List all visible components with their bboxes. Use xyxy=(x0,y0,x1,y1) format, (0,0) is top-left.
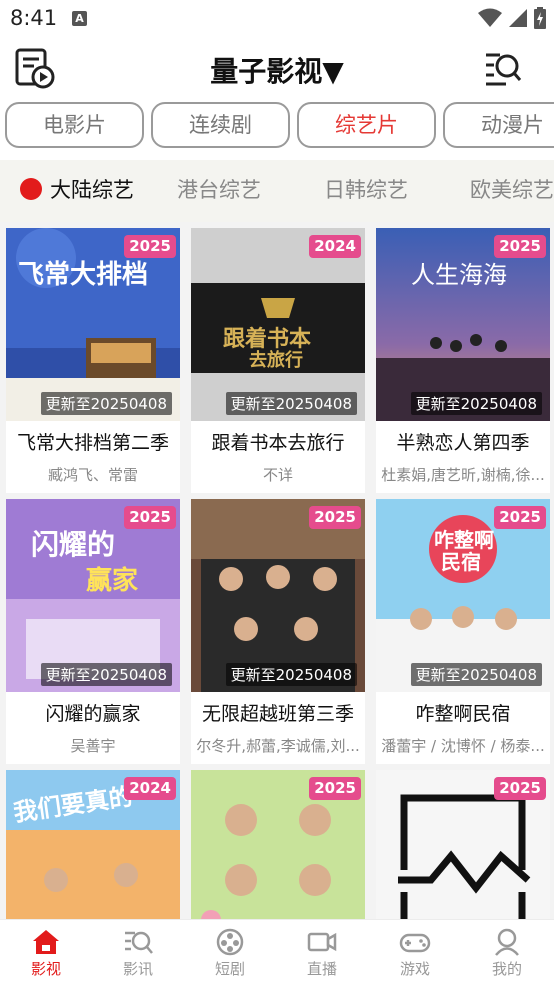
subtab-mainland[interactable]: 大陆综艺 xyxy=(20,174,134,204)
tab-series[interactable]: 连续剧 xyxy=(151,102,290,148)
search-list-icon[interactable] xyxy=(484,49,522,87)
status-bar: 8:41 A xyxy=(0,0,554,38)
year-badge: 2025 xyxy=(309,777,361,800)
video-card[interactable]: 2025 xyxy=(191,770,365,919)
update-badge: 更新至20250408 xyxy=(225,663,357,686)
nav-label: 影视 xyxy=(30,960,61,978)
subtab-jp-kr[interactable]: 日韩综艺 xyxy=(324,174,408,204)
update-badge: 更新至20250408 xyxy=(40,663,172,686)
update-badge: 更新至20250408 xyxy=(410,392,542,415)
content-grid: 飞常大排档 2025 更新至20250408 飞常大排档第二季 臧鸿飞、常雷 跟… xyxy=(0,222,554,919)
notification-icon: A xyxy=(72,11,87,26)
card-title: 半熟恋人第四季 xyxy=(396,432,530,454)
video-card[interactable]: 咋整啊 民宿 2025 更新至20250408 咋整啊民宿 潘蕾宇 / 沈博怀 … xyxy=(376,499,550,764)
card-title: 无限超越班第三季 xyxy=(201,703,354,725)
svg-text:人生海海: 人生海海 xyxy=(411,261,507,289)
region-tabs: 大陆综艺 港台综艺 日韩综艺 欧美综艺 xyxy=(0,160,554,222)
year-badge: 2025 xyxy=(494,235,546,258)
nav-label: 影讯 xyxy=(122,960,153,978)
card-title: 闪耀的赢家 xyxy=(45,703,141,725)
nav-item-home[interactable]: 影视 xyxy=(6,928,86,979)
video-card[interactable]: 2025 xyxy=(376,770,550,919)
subtab-label: 大陆综艺 xyxy=(50,178,134,202)
nav-item-news[interactable]: 影讯 xyxy=(98,928,178,979)
poster-image: 我们要真的 2024 xyxy=(6,770,180,919)
system-icons xyxy=(478,7,546,29)
card-title: 咋整啊民宿 xyxy=(415,703,511,725)
video-card[interactable]: 飞常大排档 2025 更新至20250408 飞常大排档第二季 臧鸿飞、常雷 xyxy=(6,228,180,493)
app-header: 量子影视▼ xyxy=(0,38,554,98)
category-tabs: 电影片 连续剧 综艺片 动漫片 xyxy=(0,98,554,160)
year-badge: 2025 xyxy=(309,506,361,529)
user-icon xyxy=(495,928,519,956)
nav-label: 短剧 xyxy=(214,960,245,978)
svg-text:赢家: 赢家 xyxy=(86,565,138,596)
subtab-hk-tw[interactable]: 港台综艺 xyxy=(177,174,261,204)
bottom-nav: 影视 影讯 短剧 直播 游戏 我的 xyxy=(0,919,554,985)
nav-item-profile[interactable]: 我的 xyxy=(467,928,547,979)
poster-image: 人生海海 2025 更新至20250408 xyxy=(376,228,550,421)
svg-text:闪耀的: 闪耀的 xyxy=(31,528,115,561)
svg-text:跟着书本: 跟着书本 xyxy=(223,326,311,352)
card-title: 飞常大排档第二季 xyxy=(16,432,169,454)
page-title[interactable]: 量子影视▼ xyxy=(0,50,554,90)
wifi-icon xyxy=(478,8,502,27)
status-time: 8:41 xyxy=(10,6,58,30)
update-badge: 更新至20250408 xyxy=(225,392,357,415)
poster-image: 2025 更新至20250408 xyxy=(191,499,365,692)
year-badge: 2025 xyxy=(494,506,546,529)
card-cast: 尔冬升,郝蕾,李诚儒,刘... xyxy=(196,737,360,755)
poster-image: 飞常大排档 2025 更新至20250408 xyxy=(6,228,180,421)
film-reel-icon xyxy=(216,928,244,956)
card-cast: 潘蕾宇 / 沈博怀 / 杨泰... xyxy=(381,737,545,755)
tab-variety[interactable]: 综艺片 xyxy=(297,102,436,148)
update-badge: 更新至20250408 xyxy=(40,392,172,415)
home-icon xyxy=(33,930,59,954)
poster-image: 2025 xyxy=(376,770,550,919)
year-badge: 2024 xyxy=(124,777,176,800)
video-card[interactable]: 闪耀的 赢家 2025 更新至20250408 闪耀的赢家 吴善宇 xyxy=(6,499,180,764)
year-badge: 2025 xyxy=(494,777,546,800)
nav-item-live[interactable]: 直播 xyxy=(282,928,362,979)
card-cast: 杜素娟,唐艺昕,谢楠,徐... xyxy=(381,466,545,484)
tab-movies[interactable]: 电影片 xyxy=(5,102,144,148)
svg-text:咋整啊: 咋整啊 xyxy=(434,528,494,552)
gamepad-icon xyxy=(399,933,431,953)
year-badge: 2024 xyxy=(309,235,361,258)
video-card[interactable]: 2025 更新至20250408 无限超越班第三季 尔冬升,郝蕾,李诚儒,刘..… xyxy=(191,499,365,764)
subtab-west[interactable]: 欧美综艺 xyxy=(470,174,554,204)
video-card[interactable]: 我们要真的 2024 xyxy=(6,770,180,919)
year-badge: 2025 xyxy=(124,506,176,529)
poster-image: 闪耀的 赢家 2025 更新至20250408 xyxy=(6,499,180,692)
nav-label: 游戏 xyxy=(399,960,430,978)
video-card[interactable]: 跟着书本 去旅行 2024 更新至20250408 跟着书本去旅行 不详 xyxy=(191,228,365,493)
nav-item-games[interactable]: 游戏 xyxy=(375,928,455,979)
card-cast: 吴善宇 xyxy=(70,737,116,755)
video-card[interactable]: 人生海海 2025 更新至20250408 半熟恋人第四季 杜素娟,唐艺昕,谢楠… xyxy=(376,228,550,493)
poster-image: 咋整啊 民宿 2025 更新至20250408 xyxy=(376,499,550,692)
nav-item-short-drama[interactable]: 短剧 xyxy=(190,928,270,979)
news-search-icon xyxy=(125,931,153,954)
live-camera-icon xyxy=(307,932,337,952)
tab-anime[interactable]: 动漫片 xyxy=(443,102,554,148)
card-cast: 臧鸿飞、常雷 xyxy=(47,466,138,484)
active-dot-icon xyxy=(20,178,42,200)
svg-text:民宿: 民宿 xyxy=(441,550,481,574)
update-badge: 更新至20250408 xyxy=(410,663,542,686)
nav-label: 我的 xyxy=(491,960,522,978)
poster-image: 2025 xyxy=(191,770,365,919)
year-badge: 2025 xyxy=(124,235,176,258)
svg-text:飞常大排档: 飞常大排档 xyxy=(18,260,148,290)
poster-image: 跟着书本 去旅行 2024 更新至20250408 xyxy=(191,228,365,421)
svg-text:去旅行: 去旅行 xyxy=(249,349,303,371)
card-title: 跟着书本去旅行 xyxy=(211,432,345,454)
battery-icon xyxy=(534,7,546,29)
card-cast: 不详 xyxy=(262,466,293,484)
signal-icon xyxy=(509,9,527,27)
nav-label: 直播 xyxy=(306,960,337,978)
